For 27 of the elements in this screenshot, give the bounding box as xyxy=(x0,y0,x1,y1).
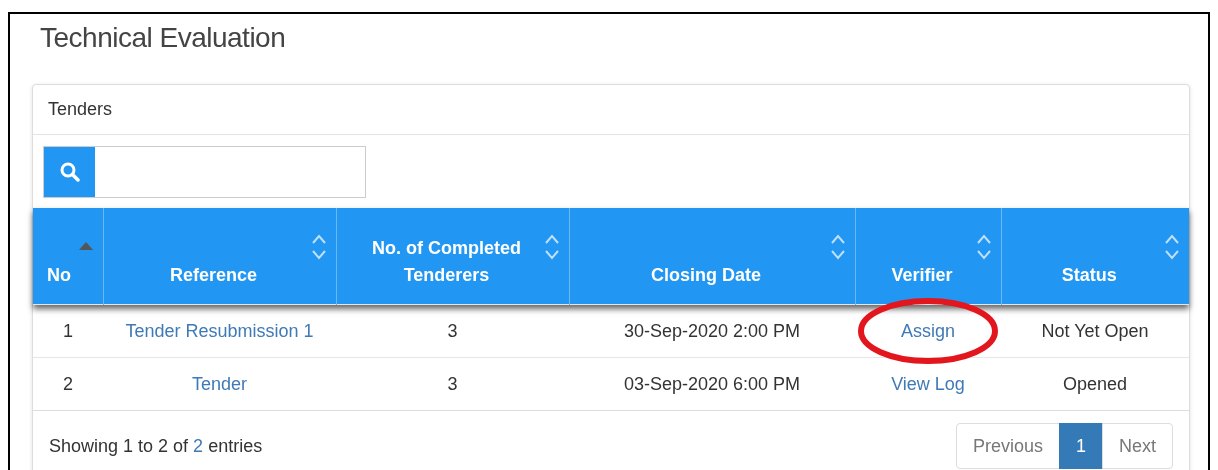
column-header[interactable]: Closing Date xyxy=(569,208,855,305)
page-title: Technical Evaluation xyxy=(40,22,287,54)
search-field[interactable] xyxy=(43,146,366,198)
table-cell: Opened xyxy=(1001,357,1189,410)
verifier-link[interactable]: View Log xyxy=(891,373,965,394)
verifier-link[interactable]: Assign xyxy=(901,320,955,341)
next-button[interactable]: Next xyxy=(1102,423,1173,469)
table-cell: 30-Sep-2020 2:00 PM xyxy=(569,304,855,358)
table-cell: Not Yet Open xyxy=(1001,304,1189,358)
table-cell: 3 xyxy=(336,304,569,358)
column-header[interactable]: Verifier xyxy=(855,208,1001,305)
reference-link[interactable]: Tender Resubmission 1 xyxy=(125,320,314,341)
column-header[interactable]: No xyxy=(33,208,103,305)
reference-link[interactable]: Tender xyxy=(191,373,247,394)
search-button[interactable] xyxy=(44,147,95,197)
column-header[interactable]: No. of Completed Tenderers xyxy=(336,208,569,305)
table-cell: 3 xyxy=(336,357,569,410)
panel-heading: Tenders xyxy=(33,85,1189,135)
table-cell: 1 xyxy=(33,304,103,358)
table-cell: 03-Sep-2020 6:00 PM xyxy=(569,357,855,410)
column-header[interactable]: Status xyxy=(1001,208,1189,305)
table-cell: 2 xyxy=(33,357,103,410)
column-header[interactable]: Reference xyxy=(103,208,336,305)
previous-button[interactable]: Previous xyxy=(955,423,1060,469)
search-icon xyxy=(59,162,80,182)
page-button[interactable]: 1 xyxy=(1058,423,1103,469)
entries-info: Showing 1 to 2 of 2 entries xyxy=(49,435,263,457)
